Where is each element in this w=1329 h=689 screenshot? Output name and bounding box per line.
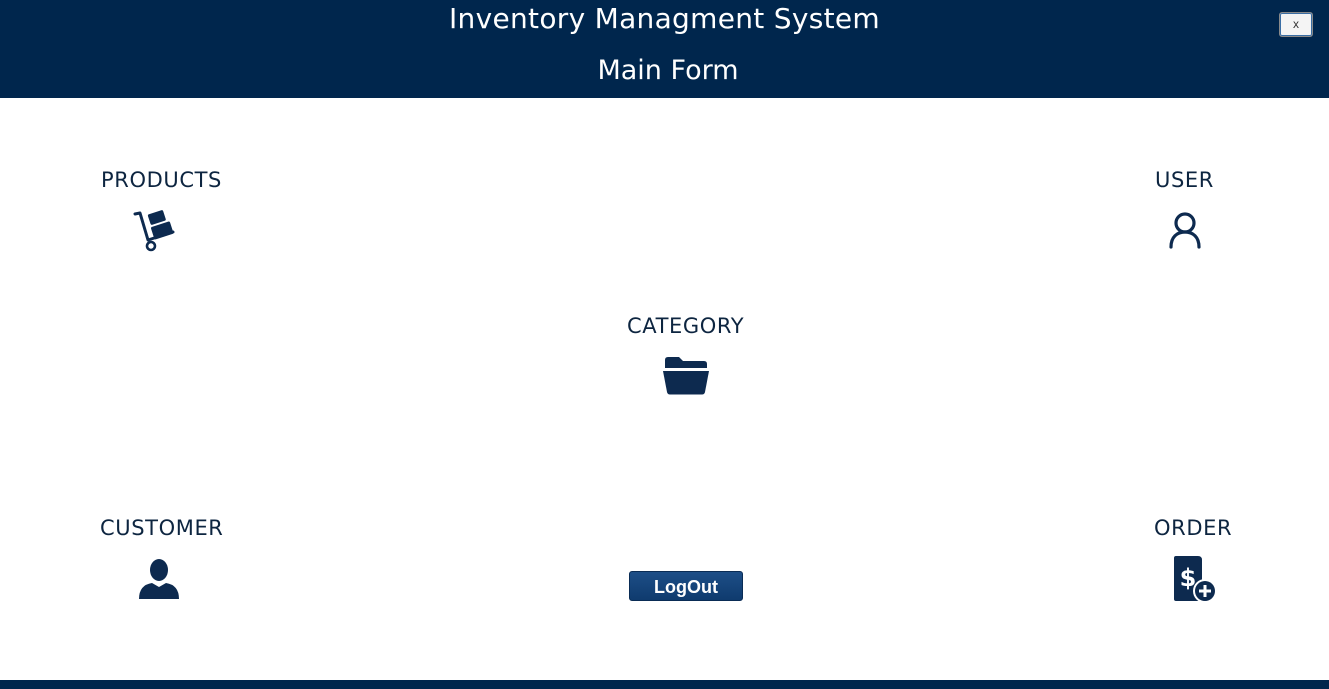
footer-bar <box>0 680 1329 689</box>
folder-open-icon[interactable] <box>662 356 710 396</box>
logout-button[interactable]: LogOut <box>629 571 743 601</box>
user-label[interactable]: USER <box>1155 168 1214 192</box>
order-label[interactable]: ORDER <box>1154 516 1232 540</box>
app-title: Inventory Managment System <box>449 2 880 35</box>
customer-label[interactable]: CUSTOMER <box>100 516 224 540</box>
person-icon[interactable] <box>137 557 181 601</box>
title-bar: Inventory Managment System Main Form x <box>0 0 1329 98</box>
invoice-add-icon[interactable]: $ <box>1172 555 1220 605</box>
hand-truck-icon[interactable] <box>133 208 177 252</box>
category-label[interactable]: CATEGORY <box>627 314 744 338</box>
user-outline-icon[interactable] <box>1167 211 1203 249</box>
products-label[interactable]: PRODUCTS <box>101 168 222 192</box>
close-button[interactable]: x <box>1279 12 1313 37</box>
form-title: Main Form <box>597 55 739 86</box>
main-form-window: Inventory Managment System Main Form x P… <box>0 0 1329 689</box>
